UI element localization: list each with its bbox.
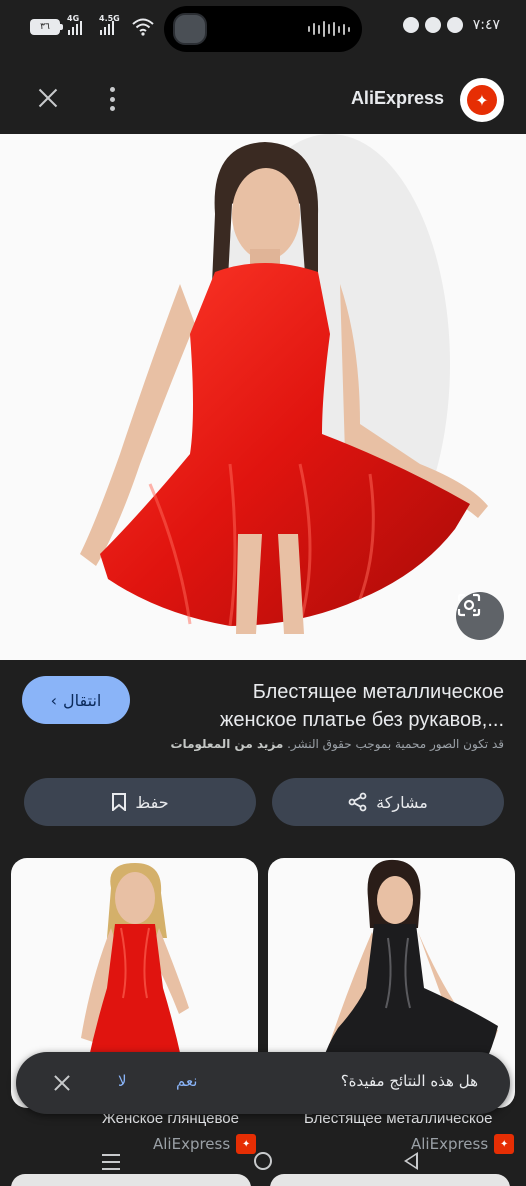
lens-icon [457, 593, 481, 617]
dismiss-feedback-icon[interactable] [54, 1075, 70, 1091]
signal-icon-2: 4.5G [99, 14, 120, 35]
battery-icon: ٣٦ [30, 19, 63, 35]
visit-button[interactable]: ‹ انتقال [22, 676, 130, 724]
feedback-question: هل هذه النتائج مفيدة؟ [340, 1072, 478, 1090]
dynamic-island[interactable] [164, 6, 362, 52]
system-nav-bar [0, 1146, 526, 1186]
site-name: AliExpress [350, 88, 444, 108]
visit-label: انتقال [63, 690, 102, 710]
share-icon [348, 792, 367, 812]
copyright-text: قد تكون الصور محمية بموجب حقوق النشر. [287, 737, 504, 751]
messenger-icon [446, 17, 463, 33]
result-title[interactable]: Блестящее металлическое женское платье б… [174, 678, 504, 734]
network-label-2: 4.5G [99, 14, 120, 23]
home-icon[interactable] [254, 1152, 272, 1170]
back-icon[interactable] [404, 1152, 418, 1170]
feedback-yes-button[interactable]: نعم [176, 1072, 197, 1090]
network-label-1: 4G [67, 14, 80, 23]
recents-icon[interactable] [102, 1154, 120, 1170]
battery-level: ٣٦ [40, 22, 50, 32]
more-options-icon[interactable] [108, 87, 116, 111]
app-bar: AliExpress ✦ [0, 58, 526, 134]
share-button[interactable]: مشاركة [272, 778, 504, 826]
bookmark-icon [112, 793, 127, 811]
model-illustration [80, 134, 488, 634]
product-image[interactable] [0, 134, 526, 660]
learn-more-link[interactable]: مزيد من المعلومات [171, 737, 284, 751]
audio-wave-icon [308, 20, 350, 38]
wifi-icon [132, 18, 154, 36]
whatsapp-icon [402, 17, 419, 33]
related-results-grid: Женское глянцевое AliExpress ✦ Блестящее… [0, 858, 526, 1186]
status-right: ٧:٤٧ [402, 17, 500, 33]
clock: ٧:٤٧ [472, 17, 500, 33]
media-thumbnail [173, 13, 207, 45]
copyright-notice: قد تكون الصور محمية بموجب حقوق النشر. مز… [171, 737, 505, 751]
aliexpress-logo: ✦ [460, 78, 504, 122]
google-lens-button[interactable] [456, 592, 504, 640]
close-icon[interactable] [36, 86, 60, 110]
share-label: مشاركة [376, 792, 428, 812]
result-info-panel: ‹ انتقال Блестящее металлическое женское… [0, 660, 526, 850]
feedback-snackbar: لا نعم هل هذه النتائج مفيدة؟ [16, 1052, 510, 1114]
save-label: حفظ [135, 792, 169, 812]
feedback-no-button[interactable]: لا [118, 1072, 127, 1090]
status-bar: ٣٦ 4G 4.5G ٧:٤٧ [0, 0, 526, 58]
save-button[interactable]: حفظ [24, 778, 256, 826]
signal-icon: 4G [67, 14, 82, 35]
chevron-left-icon: ‹ [50, 690, 58, 710]
status-left: ٣٦ 4G 4.5G [30, 14, 154, 36]
snapchat-icon [424, 17, 441, 33]
